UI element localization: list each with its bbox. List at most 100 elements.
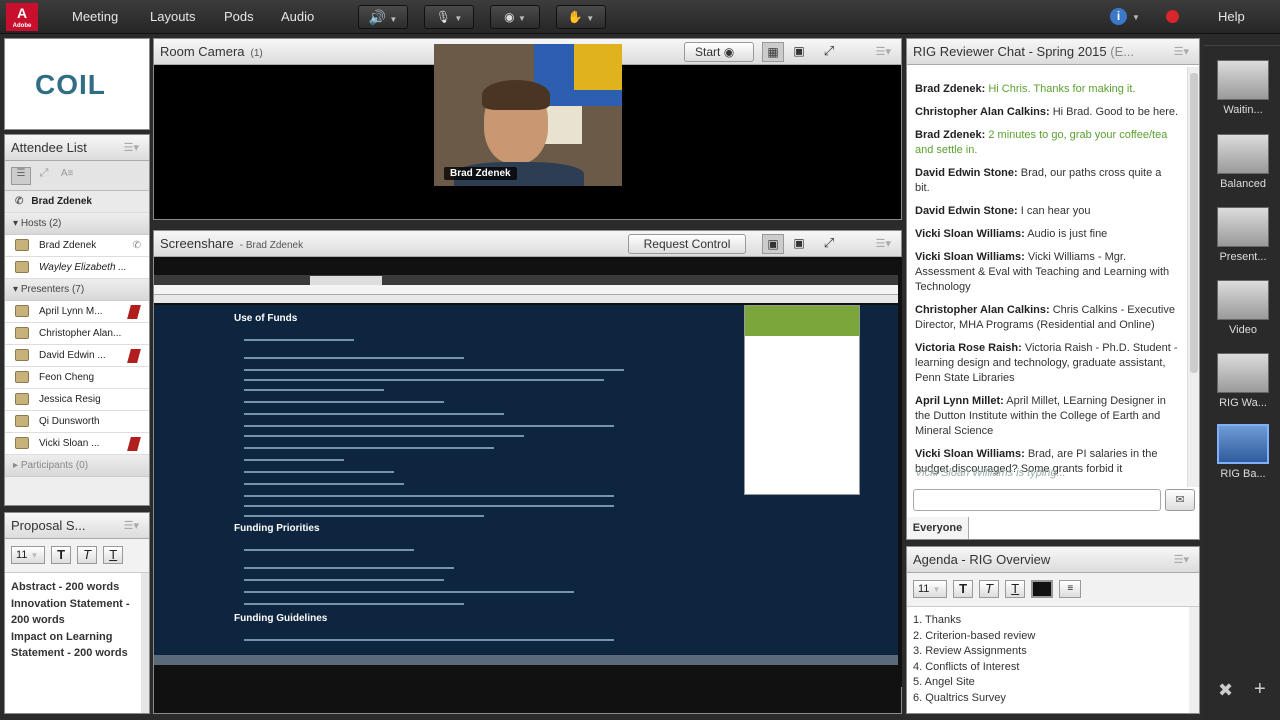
fullscreen-icon[interactable]: ⤢	[818, 234, 840, 254]
pod-menu-icon[interactable]: ☰▾	[1174, 39, 1189, 64]
microphone-icon: 🎙	[435, 10, 451, 24]
layout-rig-waiting[interactable]: RIG Wa...	[1212, 353, 1274, 409]
layout-balanced[interactable]: Balanced	[1212, 134, 1274, 190]
layout-video[interactable]: Video	[1212, 280, 1274, 336]
fullscreen-icon[interactable]: ⤢	[818, 42, 840, 62]
doc-line	[244, 505, 614, 507]
chat-text: I can hear you	[1020, 205, 1091, 217]
scrollbar[interactable]	[141, 573, 149, 713]
sort-icon[interactable]: A≡	[57, 168, 77, 186]
attendee-row[interactable]: Christopher Alan...	[5, 323, 149, 345]
menu-help[interactable]: Help	[1218, 9, 1245, 24]
doc-line	[244, 591, 574, 593]
list-button[interactable]: ≡	[1059, 580, 1082, 598]
menu-audio[interactable]: Audio	[281, 9, 314, 24]
shared-document: Use of Funds Funding Priorities Funding …	[154, 305, 898, 655]
chat-sender: April Lynn Millet:	[915, 395, 1004, 407]
hosts-section[interactable]: ▾ Hosts (2)	[5, 213, 149, 235]
proposal-text[interactable]: Abstract - 200 words Innovation Statemen…	[5, 573, 149, 662]
layout-thumb-icon	[1217, 207, 1269, 247]
participants-section[interactable]: ▸ Participants (0)	[5, 455, 149, 477]
current-user-row: ✆ Brad Zdenek	[5, 191, 149, 213]
menu-pods[interactable]: Pods	[224, 9, 254, 24]
proposal-title: Proposal S... ☰▾	[5, 513, 149, 539]
single-view-icon[interactable]: ▣	[788, 42, 810, 62]
layout-waiting[interactable]: Waitin...	[1212, 60, 1274, 116]
doc-line	[244, 483, 404, 485]
chat-title: RIG Reviewer Chat - Spring 2015 (E... ☰▾	[907, 39, 1199, 65]
agenda-item: 5. Angel Site	[913, 676, 975, 688]
attendee-row[interactable]: Jessica Resig	[5, 389, 149, 411]
text-color-button[interactable]	[1031, 580, 1054, 598]
layouts-bar: Waitin... Balanced Present... Video RIG …	[1204, 34, 1280, 720]
note-line: Innovation Statement - 200 words	[11, 597, 130, 627]
attendee-row[interactable]: Brad Zdenek ✆	[5, 235, 149, 257]
actual-size-icon[interactable]: ▣	[788, 234, 810, 254]
chat-scrollbar[interactable]	[1187, 67, 1199, 487]
pod-menu-icon[interactable]: ☰▾	[124, 513, 139, 538]
attendee-row[interactable]: April Lynn M...	[5, 301, 149, 323]
chat-sender: Victoria Rose Raish:	[915, 342, 1022, 354]
send-button[interactable]: ✉	[1165, 489, 1195, 511]
microphone-button[interactable]: 🎙 ▼	[424, 5, 474, 29]
menu-meeting[interactable]: Meeting	[72, 9, 118, 24]
attendee-list-title: Attendee List ☰▾	[5, 135, 149, 161]
doc-line	[244, 603, 464, 605]
attendee-row[interactable]: Feon Cheng	[5, 367, 149, 389]
presenter-icon	[15, 393, 29, 406]
bold-button[interactable]: T	[953, 580, 974, 598]
attendee-row[interactable]: Vicki Sloan ...	[5, 433, 149, 455]
info-icon[interactable]: i	[1110, 8, 1127, 25]
shared-screen: Use of Funds Funding Priorities Funding …	[154, 257, 902, 687]
collapse-icon: ▾	[13, 284, 19, 295]
shared-screen-scrollbar	[154, 655, 898, 665]
underline-button[interactable]: T	[103, 546, 124, 564]
underline-button[interactable]: T	[1005, 580, 1026, 598]
start-camera-button[interactable]: Start ◉	[684, 42, 754, 62]
attendee-row[interactable]: Qi Dunsworth	[5, 411, 149, 433]
speaker-icon: 🔊	[368, 9, 387, 25]
hand-icon: ✋	[567, 10, 583, 24]
attendee-row[interactable]: Wayley Elizabeth ...	[5, 257, 149, 279]
doc-line	[244, 495, 614, 497]
expand-view-icon[interactable]: ⤢	[34, 167, 54, 185]
attendee-row[interactable]: David Edwin ...	[5, 345, 149, 367]
tools-icon[interactable]: ✖	[1218, 680, 1233, 701]
speaker-button[interactable]: 🔊 ▼	[358, 5, 408, 29]
bold-button[interactable]: T	[51, 546, 72, 564]
font-size-select[interactable]: 11 ▼	[913, 580, 947, 598]
presenters-section[interactable]: ▾ Presenters (7)	[5, 279, 149, 301]
menu-layouts[interactable]: Layouts	[150, 9, 196, 24]
fit-width-icon[interactable]: ▣	[762, 234, 784, 254]
list-view-icon[interactable]: ☰	[11, 167, 31, 185]
doc-line	[244, 549, 414, 551]
raise-hand-button[interactable]: ✋ ▼	[556, 5, 606, 29]
chat-text: Audio is just fine	[1027, 228, 1108, 240]
webcam-button[interactable]: ◉ ▼	[490, 5, 540, 29]
pod-menu-icon[interactable]: ☰▾	[876, 39, 891, 64]
attendee-list-pod: Attendee List ☰▾ ☰ ⤢ A≡ ✆ Brad Zdenek ▾ Ho…	[4, 134, 150, 506]
info-caret-icon[interactable]: ▼	[1132, 13, 1140, 22]
chat-text: Hi Chris. Thanks for making it.	[988, 83, 1136, 95]
chat-sender: Vicki Sloan Williams:	[915, 251, 1025, 263]
chat-input[interactable]	[913, 489, 1161, 511]
scrollbar[interactable]	[1189, 607, 1199, 713]
recipient-tab[interactable]: Everyone	[907, 517, 969, 539]
layout-rig-balanced[interactable]: RIG Ba...	[1212, 424, 1274, 480]
italic-button[interactable]: T	[77, 546, 98, 564]
pod-menu-icon[interactable]: ☰▾	[124, 135, 139, 160]
font-size-select[interactable]: 11 ▼	[11, 546, 45, 564]
presenter-icon	[15, 371, 29, 384]
request-control-button[interactable]: Request Control	[628, 234, 746, 254]
record-icon[interactable]	[1166, 10, 1179, 23]
agenda-list[interactable]: 1. Thanks 2. Criterion-based review 3. R…	[907, 607, 1199, 706]
pod-menu-icon[interactable]: ☰▾	[876, 231, 891, 256]
doc-line	[244, 447, 494, 449]
add-layout-icon[interactable]: +	[1254, 678, 1266, 701]
pod-menu-icon[interactable]: ☰▾	[1174, 547, 1189, 572]
chat-message: David Edwin Stone: I can hear you	[907, 201, 1187, 224]
format-toolbar: 11 ▼ T T T ≡	[907, 573, 1199, 607]
grid-view-icon[interactable]: ▦	[762, 42, 784, 62]
italic-button[interactable]: T	[979, 580, 1000, 598]
layout-presentation[interactable]: Present...	[1212, 207, 1274, 263]
